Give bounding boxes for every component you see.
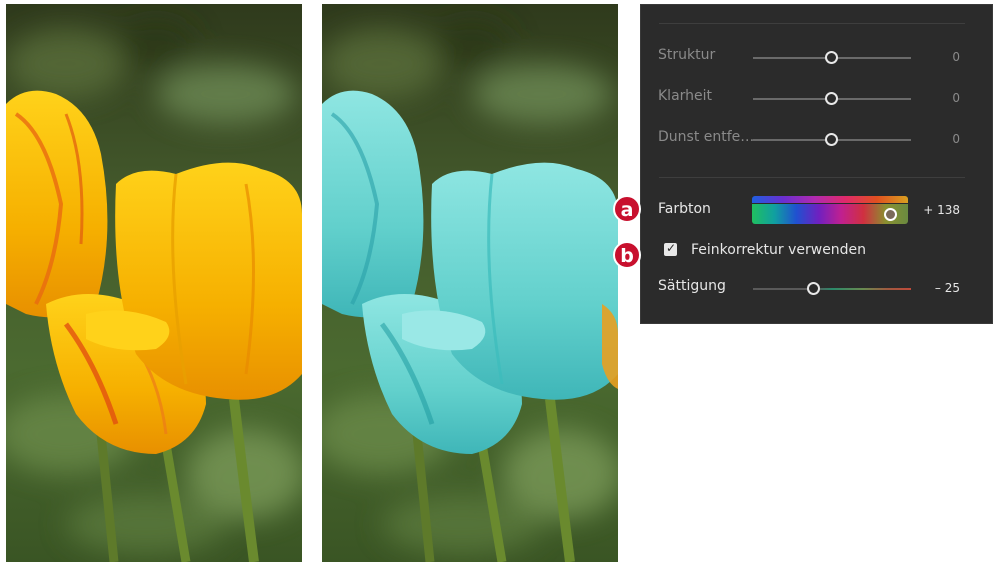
panel-section-divider bbox=[659, 177, 965, 178]
farbton-value: + 138 bbox=[923, 203, 960, 217]
saettigung-value: – 25 bbox=[934, 281, 960, 295]
struktur-label: Struktur bbox=[658, 47, 716, 63]
dunst-slider-knob[interactable] bbox=[825, 133, 838, 146]
adjustment-panel: Struktur 0 Klarheit 0 Dunst entfe… 0 Far… bbox=[640, 4, 993, 324]
farbton-reference-gradient bbox=[752, 196, 908, 203]
hue-shifted-tulip-photo bbox=[322, 4, 618, 562]
klarheit-slider-knob[interactable] bbox=[825, 92, 838, 105]
klarheit-value: 0 bbox=[952, 91, 960, 105]
dunst-label: Dunst entfe… bbox=[658, 129, 755, 145]
klarheit-label: Klarheit bbox=[658, 88, 713, 104]
annotation-badge-a: a bbox=[613, 195, 641, 223]
saettigung-label: Sättigung bbox=[658, 278, 726, 294]
panel-top-divider bbox=[659, 23, 965, 24]
saettigung-slider-track[interactable] bbox=[753, 288, 911, 290]
annotation-badge-b: b bbox=[613, 241, 641, 269]
struktur-slider-knob[interactable] bbox=[825, 51, 838, 64]
original-tulip-photo bbox=[6, 4, 302, 562]
dunst-value: 0 bbox=[952, 132, 960, 146]
checkmark-icon: ✓ bbox=[666, 241, 677, 255]
farbton-slider-knob[interactable] bbox=[884, 208, 897, 221]
struktur-value: 0 bbox=[952, 50, 960, 64]
saettigung-slider-knob[interactable] bbox=[807, 282, 820, 295]
feinkorrektur-label[interactable]: Feinkorrektur verwenden bbox=[691, 242, 866, 258]
feinkorrektur-checkbox[interactable]: ✓ bbox=[664, 241, 677, 256]
farbton-label: Farbton bbox=[658, 201, 711, 217]
